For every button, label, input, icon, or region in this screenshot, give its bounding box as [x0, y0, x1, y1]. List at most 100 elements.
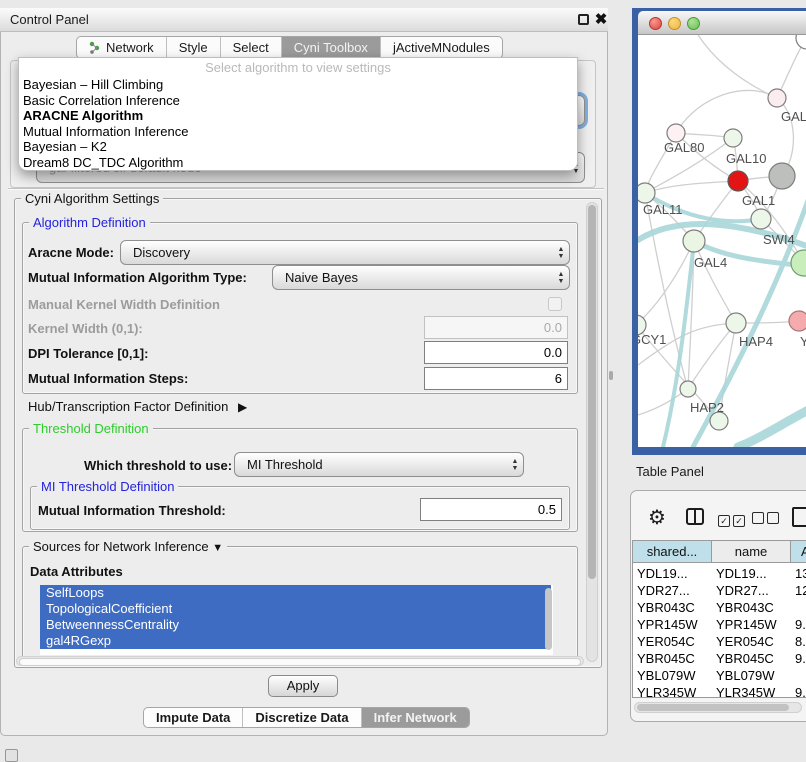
table-cell[interactable]: YIL052C	[716, 693, 790, 698]
settings-vertical-scrollbar[interactable]	[586, 202, 598, 662]
node-unlabeled-top[interactable]	[796, 35, 806, 49]
tab-label: Cyni Toolbox	[294, 37, 368, 58]
table-cell[interactable]: YDR27...	[637, 582, 711, 599]
tab-infer-network[interactable]: Infer Network	[362, 708, 469, 727]
menu-item-bayesian-hill-climbing[interactable]: Bayesian – Hill Climbing	[19, 77, 577, 93]
network-window-titlebar[interactable]	[638, 11, 806, 35]
table-horizontal-scrollbar[interactable]	[634, 702, 802, 713]
minimized-panel-icon[interactable]	[5, 749, 18, 762]
tab-network[interactable]: Network	[77, 37, 167, 58]
tab-cyni-toolbox[interactable]: Cyni Toolbox	[282, 37, 381, 58]
node-label-gcy1: GCY1	[638, 332, 666, 347]
node-gal1[interactable]	[728, 171, 748, 191]
menu-item-bayesian-k2[interactable]: Bayesian – K2	[19, 139, 577, 155]
deselect-all-columns-icon[interactable]	[752, 512, 779, 527]
zoom-traffic-light[interactable]	[687, 17, 700, 30]
column-header-shared-name[interactable]: shared...	[633, 541, 712, 563]
table-cell[interactable]: YPR145W	[716, 616, 790, 633]
node-label-galx: GAL	[781, 109, 806, 124]
node-label-gal10: GAL10	[726, 151, 766, 166]
mi-steps-field[interactable]: 6	[424, 367, 568, 390]
minimize-traffic-light[interactable]	[668, 17, 681, 30]
which-threshold-combobox[interactable]: MI Threshold ▲▼	[234, 452, 524, 477]
network-canvas[interactable]: GAL GAL80 GAL10 GAL1 GAL11 SWI4 GAL4 GCY…	[638, 35, 806, 447]
close-icon[interactable]: ✖	[593, 11, 609, 29]
list-item-betweennesscentrality[interactable]: BetweennessCentrality	[40, 617, 551, 633]
table-cell[interactable]: YBR043C	[637, 599, 711, 616]
node-gal4[interactable]	[683, 230, 705, 252]
table-cell[interactable]: YDR27...	[716, 582, 790, 599]
menu-item-dream8[interactable]: Dream8 DC_TDC Algorithm	[19, 155, 577, 171]
table-cell[interactable]: 13	[795, 565, 806, 582]
list-item-gal4rgexp[interactable]: gal4RGexp	[40, 633, 551, 649]
mi-threshold-field[interactable]: 0.5	[420, 498, 562, 521]
node-y[interactable]	[789, 311, 806, 331]
split-divider-handle[interactable]	[609, 371, 613, 380]
menu-item-mutual-information[interactable]: Mutual Information Inference	[19, 124, 577, 140]
top-tab-bar: Network Style Select Cyni Toolbox jActiv…	[76, 36, 503, 59]
control-panel-titlebar[interactable]: Control Panel	[0, 8, 608, 32]
node-swi4[interactable]	[751, 209, 771, 229]
table-cell[interactable]: 9	[795, 693, 806, 698]
gear-icon[interactable]: ⚙	[648, 505, 666, 530]
node-gray[interactable]	[769, 163, 795, 189]
column-header-name[interactable]: name	[712, 541, 791, 563]
scrollbar-thumb[interactable]	[588, 205, 596, 579]
list-item-topologicalcoefficient[interactable]: TopologicalCoefficient	[40, 601, 551, 617]
node-green-right[interactable]	[791, 250, 806, 276]
table-cell[interactable]: YDL19...	[637, 565, 711, 582]
tab-jactivemnodules[interactable]: jActiveMNodules	[381, 37, 502, 58]
table-panel-title: Table Panel	[636, 464, 704, 479]
table-cell[interactable]: YPR145W	[637, 616, 711, 633]
menu-item-basic-correlation[interactable]: Basic Correlation Inference	[19, 93, 577, 109]
kernel-width-field[interactable]: 0.0	[424, 316, 568, 339]
scrollbar-thumb[interactable]	[637, 704, 789, 711]
algorithm-dropdown-popup: Select algorithm to view settings Bayesi…	[18, 57, 578, 171]
table-cell[interactable]: YBR043C	[716, 599, 790, 616]
tab-style[interactable]: Style	[167, 37, 221, 58]
column-header-third[interactable]: A	[791, 541, 806, 563]
node-hap4[interactable]	[726, 313, 746, 333]
menu-item-aracne[interactable]: ARACNE Algorithm	[19, 108, 577, 124]
node-label-hap4: HAP4	[739, 334, 773, 349]
list-scrollbar-thumb[interactable]	[545, 588, 552, 650]
mi-algorithm-type-combobox[interactable]: Naive Bayes ▲▼	[272, 265, 570, 290]
select-all-columns-icon[interactable]: ✓✓	[718, 512, 745, 527]
table-cell[interactable]: YIL052C	[637, 693, 711, 698]
apply-button[interactable]: Apply	[268, 675, 338, 697]
node-galx[interactable]	[768, 89, 786, 107]
list-item-selfloops[interactable]: SelfLoops	[40, 585, 551, 601]
table-cell[interactable]	[795, 599, 806, 616]
table-cell[interactable]: 12	[795, 582, 806, 599]
table-cell[interactable]: YDL19...	[716, 565, 790, 582]
node-gal11[interactable]	[638, 183, 655, 203]
node-label-gal80: GAL80	[664, 140, 704, 155]
aracne-mode-combobox[interactable]: Discovery ▲▼	[120, 240, 570, 265]
table-cell[interactable]	[795, 667, 806, 684]
tab-impute-data[interactable]: Impute Data	[144, 708, 243, 727]
manual-kernel-checkbox[interactable]	[548, 297, 562, 311]
dpi-tolerance-field[interactable]: 0.0	[424, 341, 568, 364]
float-window-icon[interactable]	[578, 14, 589, 25]
node-hap2[interactable]	[680, 381, 696, 397]
table-cell[interactable]: YBL079W	[716, 667, 790, 684]
settings-horizontal-scrollbar[interactable]	[16, 656, 584, 666]
table-cell[interactable]: YBR045C	[716, 650, 790, 667]
table-cell[interactable]: YBL079W	[637, 667, 711, 684]
table-cell[interactable]: 9.	[795, 650, 806, 667]
columns-icon[interactable]	[686, 508, 704, 525]
close-traffic-light[interactable]	[649, 17, 662, 30]
table-cell[interactable]: YBR045C	[637, 650, 711, 667]
hub-definition-toggle[interactable]: Hub/Transcription Factor Definition ▶	[28, 399, 247, 414]
document-icon[interactable]	[792, 507, 806, 527]
stepper-arrows-icon: ▲▼	[553, 271, 569, 285]
table-cell[interactable]: 8.	[795, 633, 806, 650]
tab-discretize-data[interactable]: Discretize Data	[243, 708, 361, 727]
tab-select[interactable]: Select	[221, 37, 282, 58]
table-cell[interactable]: YER054C	[716, 633, 790, 650]
chevron-down-icon[interactable]: ▼	[212, 542, 223, 554]
table-cell[interactable]: YER054C	[637, 633, 711, 650]
table-cell[interactable]: 9.	[795, 616, 806, 633]
scrollbar-thumb[interactable]	[19, 658, 581, 666]
node-gal10[interactable]	[724, 129, 742, 147]
